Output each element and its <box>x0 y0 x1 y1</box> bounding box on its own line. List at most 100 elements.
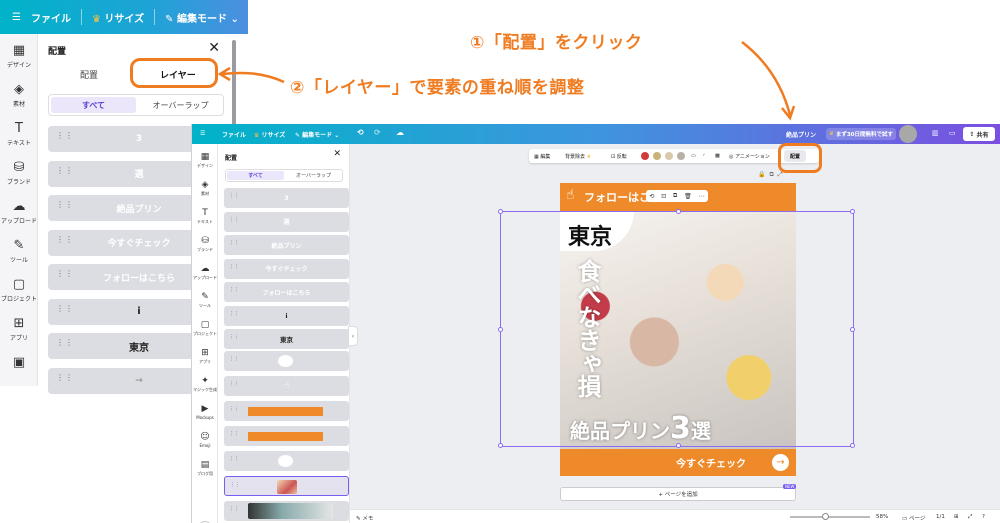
layer-row-background[interactable]: ⋮⋮ <box>224 501 349 521</box>
tab-arrange[interactable]: 配置 <box>80 68 98 81</box>
rail-item[interactable]: T テキスト <box>192 208 218 225</box>
selection-box[interactable] <box>498 209 855 448</box>
filter-all[interactable]: すべて <box>227 171 284 180</box>
fullscreen-icon[interactable]: ⤢ <box>968 514 972 521</box>
undo-icon[interactable]: ⟲ <box>357 128 364 137</box>
layer-row[interactable]: ⋮⋮ フォローはこちら <box>224 282 349 302</box>
layer-row[interactable]: ⋮⋮ 東京 <box>224 329 349 349</box>
layer-row[interactable]: ⋮⋮ 今すぐチェック <box>224 258 349 279</box>
document-title[interactable]: 絶品プリン <box>786 130 816 139</box>
grid-view-icon[interactable]: ⊞ <box>954 514 959 520</box>
share-button[interactable]: ⇪ 共有 <box>963 127 995 141</box>
rail-item[interactable]: ✎ ツール <box>0 239 38 265</box>
resize-handle[interactable] <box>850 209 855 214</box>
edit-mode-menu[interactable]: ✎ 編集モード ⌄ <box>295 130 339 139</box>
rail-item[interactable]: ☁ アップロード <box>0 200 38 226</box>
resize-menu[interactable]: ♛ リサイズ <box>254 130 285 139</box>
remove-bg-button[interactable]: 背景除去 ♛ <box>565 153 591 160</box>
color-swatch-4[interactable] <box>677 152 685 160</box>
comment-icon[interactable]: ▭ <box>949 129 956 137</box>
layer-row-orange-bar[interactable]: ⋮⋮ <box>224 426 349 446</box>
rail-item[interactable]: ☺ Emoji <box>192 432 218 448</box>
add-page-button[interactable]: + ページを追加 <box>560 487 796 501</box>
zoom-slider-knob[interactable] <box>822 513 829 520</box>
drag-handle-icon[interactable]: ⋮⋮ <box>229 432 239 437</box>
rail-item[interactable]: ▦ デザイン <box>192 152 218 169</box>
zoom-slider[interactable] <box>790 513 870 520</box>
cta-banner[interactable]: 今すぐチェック → <box>560 449 796 476</box>
rail-item[interactable]: ☁ アップロード <box>192 264 218 281</box>
border-icon[interactable]: ▭ <box>691 153 696 159</box>
cta-text[interactable]: 今すぐチェック <box>676 455 746 470</box>
rail-item[interactable]: ▢ プロジェクト <box>0 278 38 304</box>
layer-row-hand[interactable]: ⋮⋮ ☝ <box>224 376 349 396</box>
transparency-icon[interactable]: ▩ <box>715 153 720 159</box>
file-menu[interactable]: ファイル <box>222 130 246 139</box>
drag-handle-icon[interactable]: ⋮⋮ <box>229 407 239 412</box>
flip-button[interactable]: ⊡ 反転 <box>611 153 627 160</box>
lock-icon[interactable]: 🔒 <box>758 171 769 178</box>
rail-item[interactable]: T テキスト <box>0 122 38 148</box>
rail-item[interactable]: ⊞ アプリ <box>192 348 218 365</box>
rail-item[interactable]: ◈ 素材 <box>192 180 218 197</box>
layer-row-white-circle[interactable]: ⋮⋮ <box>224 451 349 471</box>
rail-item[interactable]: ▢ プロジェクト <box>192 320 218 337</box>
resize-handle[interactable] <box>676 209 681 214</box>
resize-handle[interactable] <box>850 443 855 448</box>
filter-overlap[interactable]: オーバーラップ <box>138 95 223 115</box>
scrollbar[interactable] <box>232 40 236 130</box>
color-swatch-2[interactable] <box>653 152 661 160</box>
delete-icon[interactable]: 🗑 <box>684 193 692 200</box>
layer-row[interactable]: ⋮⋮ 絶品プリン <box>224 235 349 255</box>
color-swatch-1[interactable] <box>641 152 649 160</box>
follow-banner[interactable]: ☝ フォローはこちら ⟲ ⊡ ⧉ 🗑 ⋯ <box>560 183 796 211</box>
rail-item[interactable]: ▤ ブログ用 <box>192 460 218 477</box>
drag-handle-icon[interactable]: ⋮⋮ <box>229 507 239 512</box>
pages-button[interactable]: ▭ ページ <box>902 514 925 522</box>
drag-handle-icon[interactable]: ⋮⋮ <box>229 357 239 362</box>
rail-item[interactable]: ⊞ アプリ <box>0 317 38 343</box>
menu-icon[interactable]: ☰ <box>200 130 205 137</box>
duplicate-icon[interactable]: ⧉ <box>769 171 777 178</box>
rail-item[interactable]: ▶ Mockups <box>192 404 218 420</box>
edit-mode-menu[interactable]: ✎ 編集モード ⌄ <box>165 10 239 25</box>
rail-item[interactable]: ◈ 素材 <box>0 83 38 109</box>
free-trial-button[interactable]: ♛ まず30日間無料で試す <box>826 128 896 140</box>
lock-icon[interactable]: ⊡ <box>661 193 666 200</box>
layer-row-arrow-circle[interactable]: ⋮⋮ <box>224 351 349 371</box>
filter-overlap[interactable]: オーバーラップ <box>285 170 342 181</box>
layer-row[interactable]: ⋮⋮ 選 <box>224 211 349 232</box>
drag-handle-icon[interactable]: ⋮⋮ <box>229 457 239 462</box>
resize-handle[interactable] <box>498 443 503 448</box>
file-menu[interactable]: ファイル <box>31 10 71 25</box>
more-icon[interactable]: ⋯ <box>699 193 705 200</box>
layer-row[interactable]: ⋮⋮ 3 <box>224 188 349 208</box>
rotate-icon[interactable]: ⟲ <box>649 193 654 200</box>
corner-radius-icon[interactable]: ◜ <box>703 153 705 159</box>
close-icon[interactable]: ✕ <box>208 40 220 56</box>
resize-handle[interactable] <box>850 327 855 332</box>
resize-handle[interactable] <box>498 209 503 214</box>
layer-row-orange-bar[interactable]: ⋮⋮ <box>224 401 349 421</box>
redo-icon[interactable]: ⟳ <box>374 128 381 137</box>
avatar[interactable] <box>899 125 917 143</box>
resize-handle[interactable] <box>676 443 681 448</box>
cloud-save-icon[interactable]: ☁ <box>396 128 404 137</box>
layer-row[interactable]: ⋮⋮ i <box>224 305 349 326</box>
help-icon[interactable]: ? <box>982 514 985 520</box>
close-icon[interactable]: ✕ <box>333 149 341 159</box>
rail-item[interactable]: ✎ ツール <box>192 292 218 309</box>
rail-item[interactable]: ⛁ ブランド <box>192 236 218 253</box>
resize-handle[interactable] <box>498 327 503 332</box>
resize-menu[interactable]: ♛ リサイズ <box>92 10 144 25</box>
rail-item[interactable]: ▣ <box>0 356 38 372</box>
edit-button[interactable]: ▦ 編集 <box>534 153 550 160</box>
menu-icon[interactable]: ☰ <box>12 12 21 23</box>
rail-item[interactable]: ▦ デザイン <box>0 44 38 70</box>
filter-all[interactable]: すべて <box>51 97 136 113</box>
analytics-icon[interactable]: ▥ <box>932 129 939 137</box>
memo-button[interactable]: ✎ メモ <box>356 514 373 522</box>
rail-item[interactable]: ⛁ ブランド <box>0 161 38 187</box>
layer-row-photo[interactable]: ⋮⋮ <box>224 476 349 496</box>
color-swatch-3[interactable] <box>665 152 673 160</box>
